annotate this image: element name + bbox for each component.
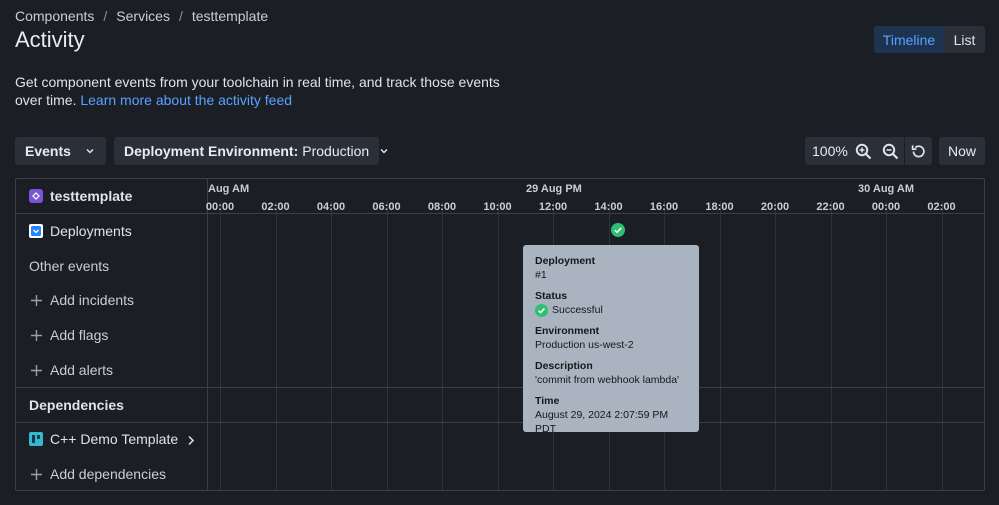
grid-line (331, 201, 332, 490)
breadcrumb-testtemplate[interactable]: testtemplate (192, 8, 268, 24)
dependencies-heading: Dependencies (16, 388, 207, 422)
grid-line (442, 201, 443, 490)
deployment-tooltip: Deployment #1 Status Successful Environm… (523, 245, 699, 435)
tick-label: 22:00 (816, 201, 845, 213)
chevron-down-icon (85, 143, 95, 159)
plus-icon (29, 329, 43, 341)
component-name: testtemplate (50, 188, 133, 204)
add-flags-button[interactable]: Add flags (16, 318, 207, 352)
grid-line (941, 201, 943, 490)
tooltip-time-label: Time (535, 395, 560, 407)
tooltip-description-label: Description (535, 360, 593, 372)
add-alerts-button[interactable]: Add alerts (16, 353, 207, 387)
environment-dropdown[interactable]: Deployment Environment: Production (114, 137, 388, 165)
tooltip-time-value: August 29, 2024 2:07:59 PM PDT (535, 409, 669, 435)
tick-label: 18:00 (705, 201, 734, 213)
tick-label: 14:00 (594, 201, 623, 213)
learn-more-link[interactable]: Learn more about the activity feed (80, 92, 292, 108)
plus-icon (29, 364, 43, 376)
grid-line (830, 201, 832, 490)
grid-line (775, 201, 776, 490)
zoom-level: 100% (812, 143, 848, 159)
grid-line (386, 201, 388, 490)
tooltip-deployment-label: Deployment (535, 255, 596, 267)
breadcrumb: Components / Services / testtemplate (15, 8, 268, 24)
sidebar-item-other-events: Other events (16, 249, 207, 283)
tooltip-status-label: Status (535, 290, 568, 302)
add-alerts-label: Add alerts (50, 362, 114, 378)
reset-zoom-icon[interactable] (905, 137, 932, 165)
tooltip-environment-value: Production us-west-2 (535, 339, 634, 351)
grid-line (275, 201, 277, 490)
environment-dropdown-label: Deployment Environment: (124, 143, 299, 159)
divider (16, 422, 984, 423)
tick-label: 20:00 (760, 201, 790, 213)
deployment-success-icon[interactable] (611, 223, 625, 237)
chevron-down-icon (379, 143, 389, 159)
breadcrumb-services[interactable]: Services (116, 8, 170, 24)
dependency-item[interactable]: C++ Demo Template (16, 422, 207, 456)
tick-label: 10:00 (483, 201, 512, 213)
tick-label: 00:00 (871, 201, 901, 213)
now-button[interactable]: Now (939, 137, 985, 165)
divider (16, 387, 984, 388)
timeline-panel: testtemplate Deployments Other events Ad… (15, 178, 985, 491)
plus-icon (29, 294, 43, 306)
add-dependencies-label: Add dependencies (50, 466, 166, 482)
view-toggle: Timeline List (874, 26, 985, 53)
add-dependencies-button[interactable]: Add dependencies (16, 457, 207, 490)
tick-label: 08:00 (427, 201, 457, 213)
success-check-icon (535, 303, 548, 317)
tick-label: 00:00 (205, 201, 235, 213)
chevron-right-icon[interactable] (187, 433, 195, 449)
deployments-icon (29, 224, 43, 238)
deployments-label: Deployments (50, 223, 132, 239)
date-label: Aug AM (208, 183, 250, 195)
tick-label: 12:00 (538, 201, 568, 213)
page-title: Activity (15, 27, 85, 52)
tick-label: 02:00 (261, 201, 290, 213)
breadcrumb-separator: / (178, 8, 183, 24)
other-events-label: Other events (29, 258, 110, 274)
timeline-sidebar: testtemplate Deployments Other events Ad… (16, 179, 208, 490)
zoom-controls: 100% (805, 137, 932, 165)
component-icon (29, 189, 43, 203)
intro-text: Get component events from your toolchain… (15, 74, 505, 109)
divider (16, 213, 984, 214)
grid-line (719, 201, 721, 490)
dependencies-label: Dependencies (29, 397, 124, 413)
tick-label: 16:00 (649, 201, 679, 213)
list-view-button[interactable]: List (944, 26, 985, 53)
dependency-icon (29, 432, 43, 446)
zoom-out-icon[interactable] (877, 137, 904, 165)
sidebar-item-deployments[interactable]: Deployments (16, 214, 207, 248)
zoom-in-icon[interactable] (850, 137, 877, 165)
tick-label: 06:00 (372, 201, 401, 213)
date-label: 29 Aug PM (526, 183, 582, 195)
breadcrumb-separator: / (103, 8, 108, 24)
grid-line (886, 201, 887, 490)
events-dropdown[interactable]: Events (15, 137, 106, 165)
add-incidents-button[interactable]: Add incidents (16, 283, 207, 317)
tooltip-deployment-value: #1 (535, 269, 547, 281)
breadcrumb-components[interactable]: Components (15, 8, 94, 24)
tick-label: 02:00 (927, 201, 956, 213)
component-row: testtemplate (16, 179, 207, 213)
tooltip-status: Successful (535, 303, 687, 317)
grid-line (220, 201, 221, 490)
timeline-view-button[interactable]: Timeline (874, 26, 944, 53)
date-label: 30 Aug AM (858, 183, 915, 195)
add-incidents-label: Add incidents (50, 292, 135, 308)
events-dropdown-label: Events (25, 143, 71, 159)
environment-dropdown-value: Production (302, 143, 370, 159)
tooltip-description-value: 'commit from webhook lambda' (535, 374, 680, 386)
add-flags-label: Add flags (50, 327, 109, 343)
plus-icon (29, 468, 43, 480)
tooltip-status-value: Successful (552, 304, 603, 316)
dependency-item-label: C++ Demo Template (50, 431, 179, 447)
tick-label: 04:00 (316, 201, 346, 213)
tooltip-environment-label: Environment (535, 325, 600, 337)
grid-line (497, 201, 499, 490)
